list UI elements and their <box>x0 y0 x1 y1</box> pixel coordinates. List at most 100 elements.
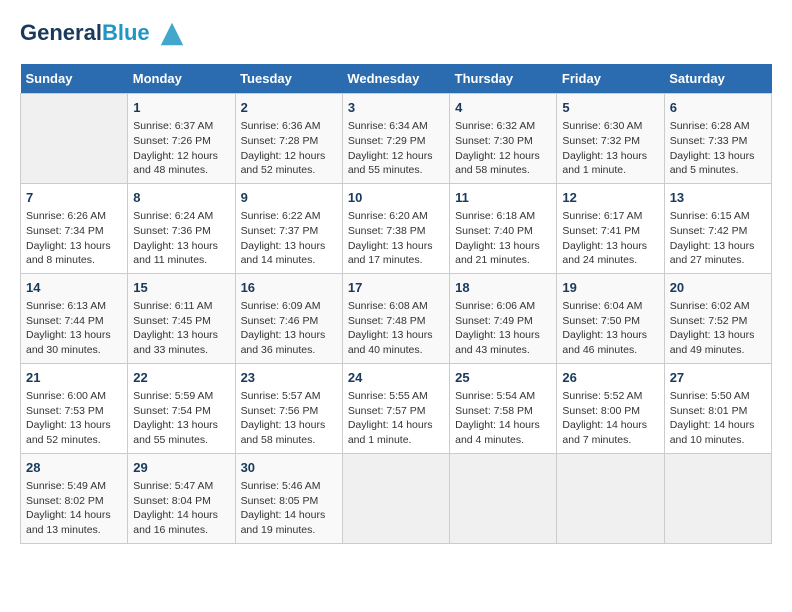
cell-sun-info: Sunrise: 5:52 AMSunset: 8:00 PMDaylight:… <box>562 389 658 448</box>
calendar-cell: 28 Sunrise: 5:49 AMSunset: 8:02 PMDayligh… <box>21 453 128 543</box>
day-number: 26 <box>562 369 658 387</box>
calendar-cell <box>342 453 449 543</box>
cell-sun-info: Sunrise: 5:46 AMSunset: 8:05 PMDaylight:… <box>241 479 337 538</box>
cell-sun-info: Sunrise: 5:47 AMSunset: 8:04 PMDaylight:… <box>133 479 229 538</box>
calendar-cell: 18 Sunrise: 6:06 AMSunset: 7:49 PMDayligh… <box>450 273 557 363</box>
day-number: 13 <box>670 189 766 207</box>
cell-sun-info: Sunrise: 6:04 AMSunset: 7:50 PMDaylight:… <box>562 299 658 358</box>
calendar-cell: 9 Sunrise: 6:22 AMSunset: 7:37 PMDaylight… <box>235 183 342 273</box>
day-number: 8 <box>133 189 229 207</box>
cell-sun-info: Sunrise: 6:09 AMSunset: 7:46 PMDaylight:… <box>241 299 337 358</box>
weekday-header-row: SundayMondayTuesdayWednesdayThursdayFrid… <box>21 64 772 94</box>
calendar-cell <box>450 453 557 543</box>
day-number: 10 <box>348 189 444 207</box>
calendar-cell: 30 Sunrise: 5:46 AMSunset: 8:05 PMDayligh… <box>235 453 342 543</box>
cell-sun-info: Sunrise: 6:36 AMSunset: 7:28 PMDaylight:… <box>241 119 337 178</box>
calendar-cell: 7Sunrise: 6:26 AMSunset: 7:34 PMDaylight… <box>21 183 128 273</box>
day-number: 5 <box>562 99 658 117</box>
calendar-cell: 3 Sunrise: 6:34 AMSunset: 7:29 PMDaylight… <box>342 94 449 184</box>
calendar-week-row: 1 Sunrise: 6:37 AMSunset: 7:26 PMDaylight… <box>21 94 772 184</box>
calendar-cell: 10Sunrise: 6:20 AMSunset: 7:38 PMDayligh… <box>342 183 449 273</box>
day-number: 18 <box>455 279 551 297</box>
day-number: 2 <box>241 99 337 117</box>
logo: GeneralBlue <box>20 20 186 48</box>
calendar-cell: 24 Sunrise: 5:55 AMSunset: 7:57 PMDayligh… <box>342 363 449 453</box>
cell-sun-info: Sunrise: 6:15 AMSunset: 7:42 PMDaylight:… <box>670 209 766 268</box>
calendar-cell: 1 Sunrise: 6:37 AMSunset: 7:26 PMDaylight… <box>128 94 235 184</box>
day-number: 14 <box>26 279 122 297</box>
calendar-cell: 16 Sunrise: 6:09 AMSunset: 7:46 PMDayligh… <box>235 273 342 363</box>
day-number: 20 <box>670 279 766 297</box>
calendar-cell: 27 Sunrise: 5:50 AMSunset: 8:01 PMDayligh… <box>664 363 771 453</box>
calendar-cell: 21 Sunrise: 6:00 AMSunset: 7:53 PMDayligh… <box>21 363 128 453</box>
cell-sun-info: Sunrise: 6:02 AMSunset: 7:52 PMDaylight:… <box>670 299 766 358</box>
calendar-table: SundayMondayTuesdayWednesdayThursdayFrid… <box>20 64 772 544</box>
calendar-cell: 23Sunrise: 5:57 AMSunset: 7:56 PMDayligh… <box>235 363 342 453</box>
day-number: 11 <box>455 189 551 207</box>
day-number: 1 <box>133 99 229 117</box>
calendar-cell: 26 Sunrise: 5:52 AMSunset: 8:00 PMDayligh… <box>557 363 664 453</box>
day-number: 28 <box>26 459 122 477</box>
calendar-week-row: 7Sunrise: 6:26 AMSunset: 7:34 PMDaylight… <box>21 183 772 273</box>
calendar-cell: 11 Sunrise: 6:18 AMSunset: 7:40 PMDayligh… <box>450 183 557 273</box>
calendar-cell <box>664 453 771 543</box>
calendar-cell: 29 Sunrise: 5:47 AMSunset: 8:04 PMDayligh… <box>128 453 235 543</box>
calendar-cell <box>557 453 664 543</box>
weekday-thursday: Thursday <box>450 64 557 94</box>
cell-sun-info: Sunrise: 6:11 AMSunset: 7:45 PMDaylight:… <box>133 299 229 358</box>
day-number: 27 <box>670 369 766 387</box>
day-number: 25 <box>455 369 551 387</box>
calendar-cell: 13 Sunrise: 6:15 AMSunset: 7:42 PMDayligh… <box>664 183 771 273</box>
day-number: 24 <box>348 369 444 387</box>
cell-sun-info: Sunrise: 6:22 AMSunset: 7:37 PMDaylight:… <box>241 209 337 268</box>
day-number: 30 <box>241 459 337 477</box>
calendar-cell: 2 Sunrise: 6:36 AMSunset: 7:28 PMDaylight… <box>235 94 342 184</box>
cell-sun-info: Sunrise: 5:49 AMSunset: 8:02 PMDaylight:… <box>26 479 122 538</box>
weekday-sunday: Sunday <box>21 64 128 94</box>
calendar-cell: 14 Sunrise: 6:13 AMSunset: 7:44 PMDayligh… <box>21 273 128 363</box>
cell-sun-info: Sunrise: 6:34 AMSunset: 7:29 PMDaylight:… <box>348 119 444 178</box>
calendar-cell <box>21 94 128 184</box>
cell-sun-info: Sunrise: 5:50 AMSunset: 8:01 PMDaylight:… <box>670 389 766 448</box>
calendar-cell: 17Sunrise: 6:08 AMSunset: 7:48 PMDayligh… <box>342 273 449 363</box>
day-number: 4 <box>455 99 551 117</box>
cell-sun-info: Sunrise: 6:24 AMSunset: 7:36 PMDaylight:… <box>133 209 229 268</box>
calendar-cell: 25Sunrise: 5:54 AMSunset: 7:58 PMDayligh… <box>450 363 557 453</box>
calendar-cell: 8 Sunrise: 6:24 AMSunset: 7:36 PMDaylight… <box>128 183 235 273</box>
calendar-cell: 12 Sunrise: 6:17 AMSunset: 7:41 PMDayligh… <box>557 183 664 273</box>
cell-sun-info: Sunrise: 6:18 AMSunset: 7:40 PMDaylight:… <box>455 209 551 268</box>
cell-sun-info: Sunrise: 6:06 AMSunset: 7:49 PMDaylight:… <box>455 299 551 358</box>
calendar-cell: 19 Sunrise: 6:04 AMSunset: 7:50 PMDayligh… <box>557 273 664 363</box>
cell-sun-info: Sunrise: 6:32 AMSunset: 7:30 PMDaylight:… <box>455 119 551 178</box>
weekday-wednesday: Wednesday <box>342 64 449 94</box>
cell-sun-info: Sunrise: 6:37 AMSunset: 7:26 PMDaylight:… <box>133 119 229 178</box>
calendar-week-row: 14 Sunrise: 6:13 AMSunset: 7:44 PMDayligh… <box>21 273 772 363</box>
day-number: 17 <box>348 279 444 297</box>
day-number: 3 <box>348 99 444 117</box>
cell-sun-info: Sunrise: 5:57 AMSunset: 7:56 PMDaylight:… <box>241 389 337 448</box>
day-number: 19 <box>562 279 658 297</box>
calendar-cell: 22Sunrise: 5:59 AMSunset: 7:54 PMDayligh… <box>128 363 235 453</box>
day-number: 9 <box>241 189 337 207</box>
calendar-cell: 4 Sunrise: 6:32 AMSunset: 7:30 PMDaylight… <box>450 94 557 184</box>
day-number: 21 <box>26 369 122 387</box>
day-number: 12 <box>562 189 658 207</box>
day-number: 29 <box>133 459 229 477</box>
cell-sun-info: Sunrise: 5:55 AMSunset: 7:57 PMDaylight:… <box>348 389 444 448</box>
weekday-friday: Friday <box>557 64 664 94</box>
calendar-cell: 15 Sunrise: 6:11 AMSunset: 7:45 PMDayligh… <box>128 273 235 363</box>
cell-sun-info: Sunrise: 6:30 AMSunset: 7:32 PMDaylight:… <box>562 119 658 178</box>
cell-sun-info: Sunrise: 6:13 AMSunset: 7:44 PMDaylight:… <box>26 299 122 358</box>
calendar-week-row: 28 Sunrise: 5:49 AMSunset: 8:02 PMDayligh… <box>21 453 772 543</box>
day-number: 16 <box>241 279 337 297</box>
weekday-tuesday: Tuesday <box>235 64 342 94</box>
day-number: 15 <box>133 279 229 297</box>
calendar-cell: 6Sunrise: 6:28 AMSunset: 7:33 PMDaylight… <box>664 94 771 184</box>
cell-sun-info: Sunrise: 6:17 AMSunset: 7:41 PMDaylight:… <box>562 209 658 268</box>
cell-sun-info: Sunrise: 6:28 AMSunset: 7:33 PMDaylight:… <box>670 119 766 178</box>
weekday-monday: Monday <box>128 64 235 94</box>
cell-sun-info: Sunrise: 6:00 AMSunset: 7:53 PMDaylight:… <box>26 389 122 448</box>
calendar-week-row: 21 Sunrise: 6:00 AMSunset: 7:53 PMDayligh… <box>21 363 772 453</box>
logo-text: GeneralBlue <box>20 20 186 48</box>
day-number: 7 <box>26 189 122 207</box>
